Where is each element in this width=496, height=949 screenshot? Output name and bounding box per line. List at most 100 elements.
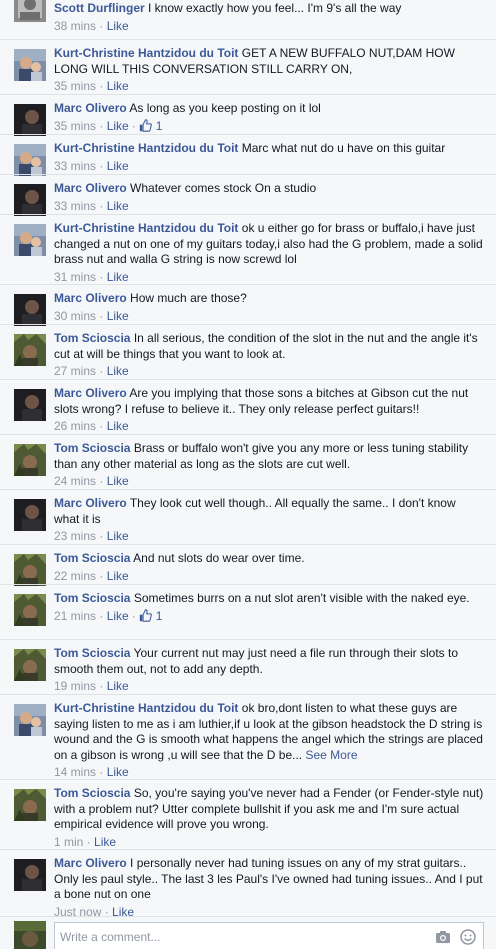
comment-content: Marc Olivero Are you implying that those… [54, 386, 484, 417]
avatar[interactable] [14, 184, 46, 216]
avatar[interactable] [14, 859, 46, 891]
comment-body: Marc Olivero Whatever comes stock On a s… [54, 181, 484, 214]
comment-timestamp[interactable]: 30 mins [54, 309, 96, 323]
comment-author-link[interactable]: Scott Durflinger [54, 1, 145, 15]
comment-body: Tom Scioscia Sometimes burrs on a nut sl… [54, 591, 484, 626]
comment-timestamp[interactable]: 1 min [54, 835, 83, 849]
comment-author-link[interactable]: Marc Olivero [54, 386, 127, 400]
comment-timestamp[interactable]: 23 mins [54, 529, 96, 543]
comment-content: Tom Scioscia Sometimes burrs on a nut sl… [54, 591, 484, 607]
like-button[interactable]: Like [107, 679, 129, 693]
avatar[interactable] [14, 389, 46, 421]
like-button[interactable]: Like [107, 609, 129, 623]
like-button[interactable]: Like [107, 79, 129, 93]
like-button[interactable]: Like [107, 159, 129, 173]
avatar[interactable] [14, 224, 46, 256]
like-count[interactable]: 1 [139, 609, 162, 623]
comment-author-link[interactable]: Tom Scioscia [54, 646, 130, 660]
like-button[interactable]: Like [107, 119, 129, 133]
comment-author-link[interactable]: Kurt-Christine Hantzidou du Toit [54, 221, 238, 235]
smiley-icon[interactable] [460, 929, 476, 945]
comment-timestamp[interactable]: 38 mins [54, 19, 96, 33]
like-button[interactable]: Like [107, 765, 129, 779]
like-button[interactable]: Like [107, 199, 129, 213]
comment-timestamp[interactable]: 33 mins [54, 199, 96, 213]
camera-icon[interactable] [435, 929, 451, 945]
like-count[interactable]: 1 [139, 119, 162, 133]
comment-author-link[interactable]: Kurt-Christine Hantzidou du Toit [54, 46, 238, 60]
comment-timestamp[interactable]: 35 mins [54, 79, 96, 93]
comment-timestamp[interactable]: 22 mins [54, 569, 96, 583]
comment-timestamp[interactable]: 26 mins [54, 419, 96, 433]
like-count-value: 1 [152, 608, 163, 623]
comment-text: I know exactly how you feel... I'm 9's a… [148, 1, 402, 15]
comment-author-link[interactable]: Marc Olivero [54, 496, 127, 510]
thumbs-up-icon [139, 608, 153, 626]
comment-author-link[interactable]: Kurt-Christine Hantzidou du Toit [54, 701, 238, 715]
comment-author-link[interactable]: Marc Olivero [54, 101, 127, 115]
see-more-link[interactable]: See More [305, 748, 357, 762]
avatar[interactable] [14, 789, 46, 821]
comment-text: Sometimes burrs on a nut slot aren't vis… [133, 591, 470, 605]
meta-separator: · [96, 308, 107, 323]
avatar[interactable] [14, 294, 46, 326]
avatar[interactable] [14, 0, 46, 22]
comment-meta: 21 mins · Like · 1 [54, 608, 484, 626]
like-button[interactable]: Like [94, 835, 116, 849]
like-button[interactable]: Like [107, 569, 129, 583]
avatar[interactable] [14, 49, 46, 81]
comment-timestamp[interactable]: 21 mins [54, 609, 96, 623]
composer-avatar[interactable] [14, 921, 46, 949]
like-button[interactable]: Like [107, 364, 129, 378]
comment-author-link[interactable]: Tom Scioscia [54, 331, 130, 345]
comment-body: Tom Scioscia Your current nut may just n… [54, 646, 484, 694]
comment-timestamp[interactable]: 24 mins [54, 474, 96, 488]
comment-meta: 33 mins · Like [54, 198, 484, 214]
comment-author-link[interactable]: Marc Olivero [54, 856, 127, 870]
comment-author-link[interactable]: Tom Scioscia [54, 441, 130, 455]
comment-timestamp[interactable]: 33 mins [54, 159, 96, 173]
avatar[interactable] [14, 704, 46, 736]
like-button[interactable]: Like [107, 529, 129, 543]
comment-author-link[interactable]: Tom Scioscia [54, 551, 130, 565]
comment-author-link[interactable]: Tom Scioscia [54, 591, 130, 605]
avatar[interactable] [14, 444, 46, 476]
comment-author-link[interactable]: Tom Scioscia [54, 786, 130, 800]
comment-author-link[interactable]: Marc Olivero [54, 291, 127, 305]
avatar[interactable] [14, 104, 46, 136]
like-button[interactable]: Like [107, 474, 129, 488]
avatar[interactable] [14, 649, 46, 681]
comment-input[interactable] [60, 928, 420, 945]
comment-content: Kurt-Christine Hantzidou du Toit ok u ei… [54, 221, 484, 268]
comment-meta: 26 mins · Like [54, 418, 484, 434]
comment-timestamp[interactable]: 27 mins [54, 364, 96, 378]
meta-separator: · [96, 18, 107, 33]
comment-timestamp[interactable]: 14 mins [54, 765, 96, 779]
like-button[interactable]: Like [107, 270, 129, 284]
comment: Marc Olivero I personally never had tuni… [0, 849, 496, 919]
meta-separator: · [128, 118, 140, 133]
comment-author-link[interactable]: Kurt-Christine Hantzidou du Toit [54, 141, 238, 155]
avatar[interactable] [14, 499, 46, 531]
like-button[interactable]: Like [107, 309, 129, 323]
comment-author-link[interactable]: Marc Olivero [54, 181, 127, 195]
comment-timestamp[interactable]: 35 mins [54, 119, 96, 133]
comment-timestamp[interactable]: 31 mins [54, 270, 96, 284]
like-button[interactable]: Like [107, 419, 129, 433]
comment-timestamp[interactable]: 19 mins [54, 679, 96, 693]
comment-meta: 14 mins · Like [54, 764, 484, 780]
comment-content: Marc Olivero I personally never had tuni… [54, 856, 484, 903]
meta-separator: · [96, 765, 107, 779]
comment-input-box[interactable] [54, 922, 484, 949]
avatar[interactable] [14, 334, 46, 366]
comment: Marc Olivero Whatever comes stock On a s… [0, 174, 496, 216]
meta-separator: · [96, 364, 107, 378]
comment-body: Tom Scioscia And nut slots do wear over … [54, 551, 484, 584]
avatar[interactable] [14, 554, 46, 586]
avatar[interactable] [14, 144, 46, 176]
comment: Tom Scioscia And nut slots do wear over … [0, 544, 496, 586]
like-button[interactable]: Like [107, 19, 129, 33]
comment-content: Marc Olivero Whatever comes stock On a s… [54, 181, 484, 197]
meta-separator: · [96, 118, 107, 133]
avatar[interactable] [14, 594, 46, 626]
